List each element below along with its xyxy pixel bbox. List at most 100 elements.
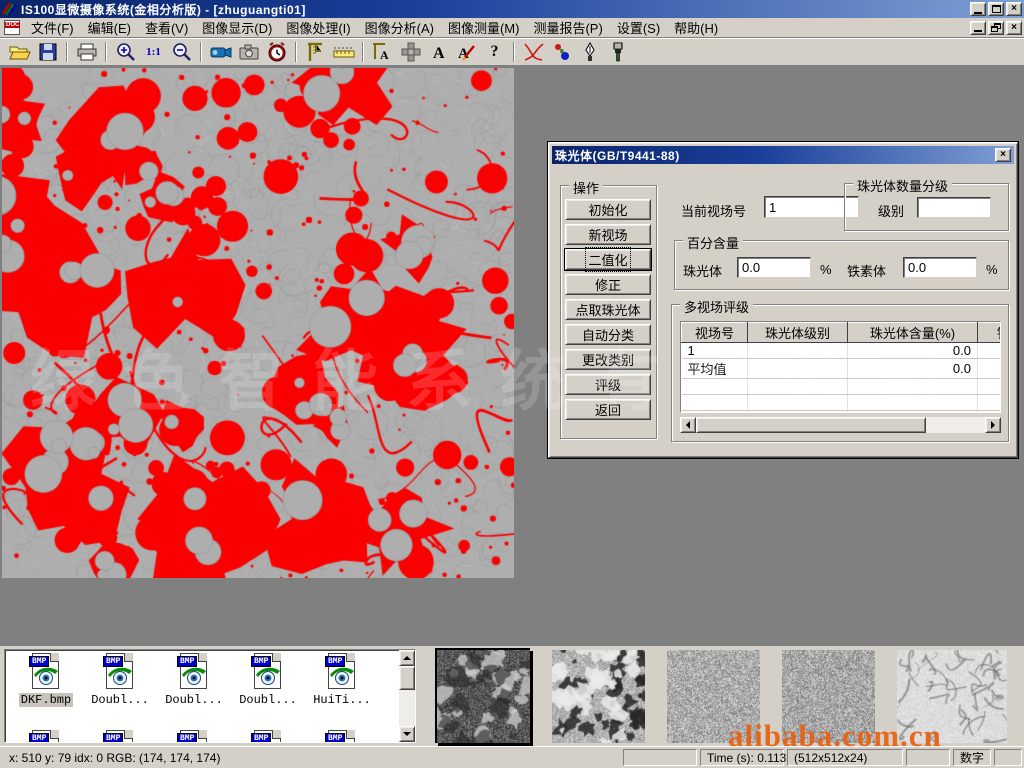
thumbnail-3[interactable]	[667, 650, 760, 743]
measure-label-button[interactable]: A	[369, 40, 396, 64]
file-item[interactable]: BMP	[9, 730, 83, 743]
spline-curve-button[interactable]	[520, 40, 547, 64]
video-camera-button[interactable]	[207, 40, 234, 64]
scroll-track[interactable]	[926, 417, 985, 433]
init-button[interactable]: 初始化	[565, 199, 651, 220]
col-pearlite-grade[interactable]: 珠光体级别	[748, 323, 848, 343]
grade-group-label: 珠光体数量分级	[853, 176, 952, 195]
operation-group-label: 操作	[569, 178, 603, 197]
bmp-file-icon: BMP	[251, 653, 285, 691]
menu-image-analysis[interactable]: 图像分析(A)	[358, 16, 441, 39]
scroll-thumb[interactable]	[696, 417, 926, 433]
col-ferrite-content[interactable]: 铁素体含量(%)	[978, 323, 1002, 343]
zoom-out-icon	[172, 42, 192, 62]
menu-file[interactable]: 文件(F)	[24, 16, 81, 39]
correct-button[interactable]: 修正	[565, 274, 651, 295]
new-field-button[interactable]: 新视场	[565, 224, 651, 245]
file-name[interactable]: DKF.bmp	[19, 693, 73, 707]
pen-button[interactable]	[576, 40, 603, 64]
print-button[interactable]	[73, 40, 100, 64]
minimize-button[interactable]	[970, 2, 986, 16]
table-row[interactable]	[682, 379, 1002, 395]
save-button[interactable]	[34, 40, 61, 64]
annotate-pencil-button[interactable]: A	[453, 40, 480, 64]
document-system-icon[interactable]: DOC	[4, 20, 20, 35]
grade-input[interactable]	[917, 197, 991, 218]
file-name[interactable]: Doubl...	[163, 693, 225, 707]
text-a-button[interactable]: A	[425, 40, 452, 64]
scroll-up-button[interactable]	[399, 650, 415, 666]
brush-button[interactable]	[604, 40, 631, 64]
table-row[interactable]: 平均值 0.0	[682, 359, 1002, 379]
thumbnail-1[interactable]	[437, 650, 530, 743]
auto-classify-button[interactable]: 自动分类	[565, 324, 651, 345]
file-name[interactable]: Doubl...	[89, 693, 151, 707]
file-item[interactable]: BMP	[231, 730, 305, 743]
mdi-close-button[interactable]: ×	[1006, 21, 1022, 35]
file-item[interactable]: BMP	[83, 730, 157, 743]
timer-clock-icon	[267, 42, 287, 62]
thumbnail-2[interactable]	[552, 650, 645, 743]
actual-size-button[interactable]: 1:1	[140, 40, 167, 64]
change-class-button[interactable]: 更改类别	[565, 349, 651, 370]
timer-clock-button[interactable]	[263, 40, 290, 64]
scroll-down-button[interactable]	[399, 726, 415, 742]
close-button[interactable]: ×	[1006, 2, 1022, 16]
ruler-button[interactable]	[330, 40, 357, 64]
status-mode: 数字	[953, 749, 991, 766]
mdi-restore-button[interactable]	[988, 21, 1004, 35]
menu-edit[interactable]: 编辑(E)	[81, 16, 138, 39]
rate-button[interactable]: 评级	[565, 374, 651, 395]
col-pearlite-content[interactable]: 珠光体含量(%)	[848, 323, 978, 343]
file-item[interactable]: BMP DKF.bmp	[9, 653, 83, 707]
file-item[interactable]: BMP HuiTi...	[305, 653, 379, 707]
ferrite-percent-input[interactable]	[903, 257, 977, 278]
thumbnail-4[interactable]	[782, 650, 875, 743]
table-h-scrollbar[interactable]	[680, 417, 1001, 433]
col-field-no[interactable]: 视场号	[682, 323, 748, 343]
file-item[interactable]: BMP Doubl...	[83, 653, 157, 707]
scroll-thumb[interactable]	[399, 666, 415, 690]
file-item[interactable]: BMP Doubl...	[231, 653, 305, 707]
thumbnail-5[interactable]	[897, 650, 990, 743]
table-row[interactable]: 1 0.0	[682, 343, 1002, 359]
particle-classify-button[interactable]: a	[548, 40, 575, 64]
file-item[interactable]: BMP	[305, 730, 379, 743]
mdi-minimize-button[interactable]	[970, 21, 986, 35]
maximize-button[interactable]	[988, 2, 1004, 16]
file-name[interactable]: HuiTi...	[311, 693, 373, 707]
menu-settings[interactable]: 设置(S)	[610, 16, 667, 39]
table-row[interactable]	[682, 395, 1002, 411]
multi-field-table[interactable]: 视场号 珠光体级别 珠光体含量(%) 铁素体含量(%) 1 0.0 平均值	[680, 321, 1001, 413]
menu-view[interactable]: 查看(V)	[138, 16, 195, 39]
zoom-in-button[interactable]	[112, 40, 139, 64]
binarize-button[interactable]: 二值化	[565, 249, 651, 270]
menu-image-processing[interactable]: 图像处理(I)	[279, 16, 357, 39]
scroll-right-button[interactable]	[985, 417, 1001, 433]
analysis-image-canvas[interactable]	[2, 68, 514, 578]
zoom-out-button[interactable]	[168, 40, 195, 64]
file-item[interactable]: BMP Doubl...	[157, 653, 231, 707]
table-row[interactable]	[682, 411, 1002, 414]
file-name[interactable]: Doubl...	[237, 693, 299, 707]
menu-help[interactable]: 帮助(H)	[667, 16, 725, 39]
scroll-left-button[interactable]	[680, 417, 696, 433]
menu-image-measure[interactable]: 图像测量(M)	[441, 16, 527, 39]
open-file-button[interactable]	[6, 40, 33, 64]
file-browser-scrollbar[interactable]	[399, 650, 415, 742]
pick-pearlite-button[interactable]: 点取珠光体	[565, 299, 651, 320]
menu-measure-report[interactable]: 测量报告(P)	[526, 16, 609, 39]
pearlite-percent-input[interactable]	[737, 257, 811, 278]
status-empty-panel	[994, 749, 1022, 766]
menu-image-display[interactable]: 图像显示(D)	[195, 16, 279, 39]
return-button[interactable]: 返回	[565, 399, 651, 420]
status-time: Time (s): 0.113	[700, 749, 784, 766]
file-item[interactable]: BMP	[157, 730, 231, 743]
merge-grid-button[interactable]	[397, 40, 424, 64]
camera-button[interactable]	[235, 40, 262, 64]
dialog-close-button[interactable]: ×	[995, 148, 1011, 162]
help-button[interactable]: ?	[481, 40, 508, 64]
caliper-button[interactable]	[302, 40, 329, 64]
toolbar-separator	[105, 42, 107, 62]
dialog-title-bar[interactable]: 珠光体(GB/T9441-88) ×	[552, 146, 1014, 164]
